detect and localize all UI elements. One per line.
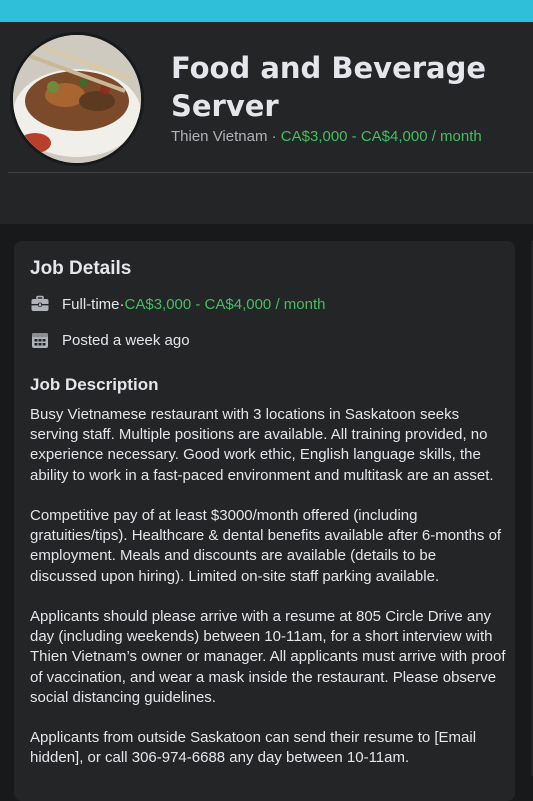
job-details-card: Job Details Full-time · CA$3,000 - CA$4,…: [14, 241, 515, 801]
description-paragraph: Applicants from outside Saskatoon can se…: [30, 729, 477, 767]
employer-photo[interactable]: [10, 32, 144, 166]
detail-salary: CA$3,000 - CA$4,000 / month: [124, 295, 326, 313]
job-subtitle: Thien Vietnam · CA$3,000 - CA$4,000 / mo…: [171, 128, 482, 145]
description-paragraph: Busy Vietnamese restaurant with 3 locati…: [30, 406, 494, 484]
posted-row: Posted a week ago: [30, 330, 190, 350]
job-header: Food and Beverage Server Thien Vietnam ·…: [0, 22, 533, 224]
job-description-body: Busy Vietnamese restaurant with 3 locati…: [30, 405, 506, 789]
description-paragraph: Competitive pay of at least $3000/month …: [30, 507, 502, 585]
description-paragraph: Applicants should please arrive with a r…: [30, 608, 506, 706]
salary-range: CA$3,000 - CA$4,000 / month: [280, 128, 482, 145]
top-accent-bar: [0, 0, 533, 22]
job-title: Food and Beverage Server: [171, 51, 487, 123]
job-type: Full-time: [62, 295, 120, 313]
calendar-icon: [30, 330, 50, 350]
job-details-heading: Job Details: [30, 258, 132, 279]
job-description-heading: Job Description: [30, 375, 159, 394]
company-name[interactable]: Thien Vietnam: [171, 128, 267, 145]
posted-time: Posted a week ago: [62, 331, 190, 349]
job-type-row: Full-time · CA$3,000 - CA$4,000 / month: [30, 294, 325, 314]
header-divider: [8, 172, 533, 173]
briefcase-icon: [30, 294, 50, 314]
separator-dot: ·: [267, 128, 281, 145]
